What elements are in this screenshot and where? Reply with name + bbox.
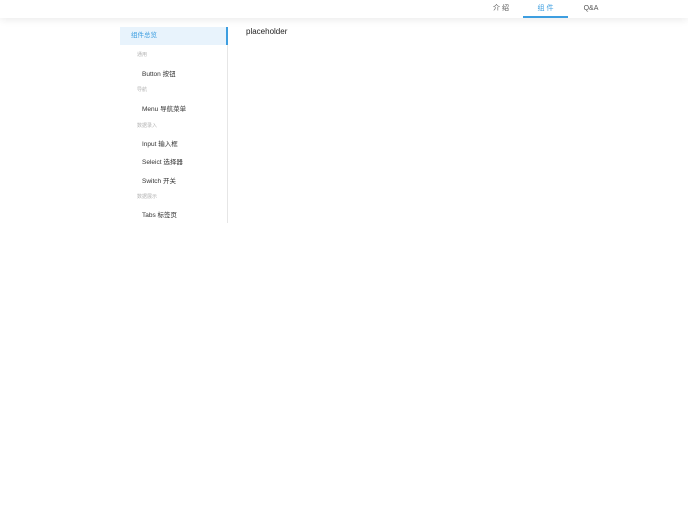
sidebar-item-menu[interactable]: Menu 导航菜单 (142, 103, 186, 113)
sidebar-group-general: 通用 (137, 52, 148, 58)
sidebar-item-input[interactable]: Input 输入框 (142, 138, 178, 148)
sidebar-item-overview[interactable]: 组件总览 (120, 27, 228, 45)
sidebar-item-switch[interactable]: Switch 开关 (142, 175, 176, 185)
sidebar-item-select[interactable]: Seleict 选择器 (142, 156, 183, 166)
nav-tab-components[interactable]: 组 件 (523, 0, 568, 18)
sidebar-item-button[interactable]: Button 按钮 (142, 68, 176, 78)
sidebar-item-tabs[interactable]: Tabs 标签页 (142, 209, 177, 219)
page-title: placeholder (246, 27, 288, 36)
sidebar-group-data-display: 数据展示 (137, 194, 158, 200)
nav-tab-qa[interactable]: Q&A (572, 0, 610, 18)
top-header: 介 绍 组 件 Q&A (0, 0, 688, 18)
sidebar-group-navigation: 导航 (137, 87, 148, 93)
sidebar: 组件总览 通用 Button 按钮 导航 Menu 导航菜单 数据录入 Inpu… (120, 27, 228, 223)
nav-tab-intro[interactable]: 介 绍 (483, 0, 519, 18)
sidebar-group-data-entry: 数据录入 (137, 123, 158, 129)
